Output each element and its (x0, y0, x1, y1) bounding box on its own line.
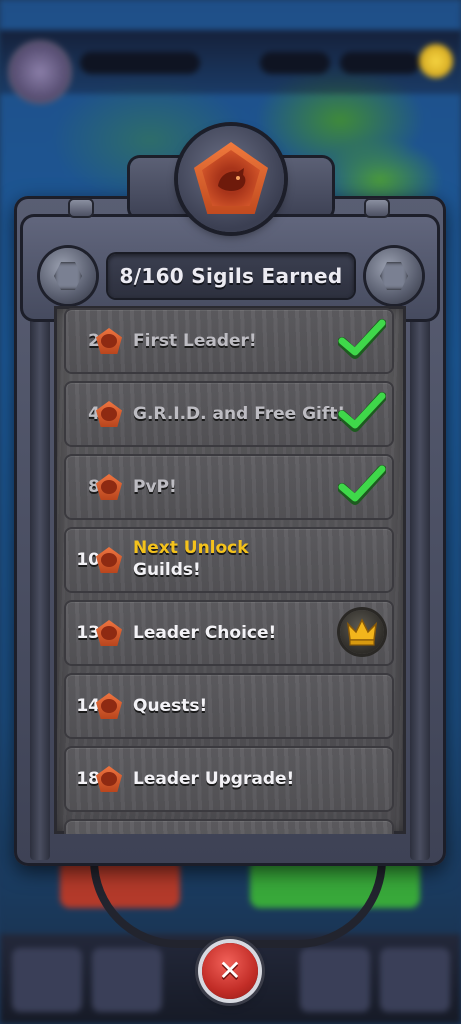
milestone-label: Leader Choice! (133, 623, 277, 643)
green-checkmark-icon (338, 319, 386, 359)
sigils-earned-title: 8/160 Sigils Earned (119, 264, 343, 288)
nav-guild-icon (300, 948, 370, 1012)
panel-right-rail (410, 300, 430, 860)
milestone-label: Next Unlock Guilds! (133, 537, 249, 581)
milestone-list[interactable]: 2 First Leader! 4 G.R.I.D. and Free Gift… (54, 306, 406, 834)
close-button[interactable]: ✕ (202, 943, 258, 999)
nav-events-icon (380, 948, 450, 1012)
green-checkmark-icon (338, 392, 386, 432)
nav-shop-icon (12, 948, 82, 1012)
nav-cards-icon (92, 948, 162, 1012)
milestone-sigil-count: 2 (88, 331, 100, 351)
gold-counter (340, 52, 420, 74)
milestone-sigil-count: 4 (88, 404, 100, 424)
rivet (70, 200, 92, 216)
milestone-row: 4 G.R.I.D. and Free Gift! (66, 383, 392, 445)
milestone-reward-label: Guilds! (133, 560, 201, 580)
dragon-icon (214, 164, 250, 196)
milestone-sigil-count: 13 (76, 623, 100, 643)
bolt-left-icon (40, 248, 96, 304)
sigils-title-plate: 8/160 Sigils Earned (108, 254, 354, 298)
milestone-row-partial (66, 821, 392, 834)
milestone-sigil-count: 10 (76, 550, 100, 570)
milestone-row-next: 10 Next Unlock Guilds! (66, 529, 392, 591)
rivet (366, 200, 388, 216)
milestone-row: 8 PvP! (66, 456, 392, 518)
resource-counter (260, 52, 330, 74)
milestone-row: 14 Quests! (66, 675, 392, 737)
green-checkmark-icon (338, 465, 386, 505)
milestone-row: 2 First Leader! (66, 310, 392, 372)
milestone-sigil-count: 8 (88, 477, 100, 497)
milestone-label: First Leader! (133, 331, 257, 351)
milestone-label: Quests! (133, 696, 208, 716)
panel-left-rail (30, 300, 50, 860)
milestone-label: G.R.I.D. and Free Gift! (133, 404, 346, 424)
gold-coin-icon (419, 44, 453, 78)
bolt-right-icon (366, 248, 422, 304)
next-unlock-label: Next Unlock (133, 538, 249, 558)
milestone-sigil-count: 14 (76, 696, 100, 716)
milestone-row: 13 Leader Choice! (66, 602, 392, 664)
milestone-row: 18 Leader Upgrade! (66, 748, 392, 810)
milestone-sigil-count: 18 (76, 769, 100, 789)
milestone-label: PvP! (133, 477, 177, 497)
player-avatar (8, 40, 72, 104)
milestone-label: Leader Upgrade! (133, 769, 295, 789)
gold-crown-icon[interactable] (340, 610, 384, 654)
close-icon: ✕ (218, 954, 242, 987)
panel-cable (90, 860, 386, 948)
player-name-plate (80, 52, 200, 74)
